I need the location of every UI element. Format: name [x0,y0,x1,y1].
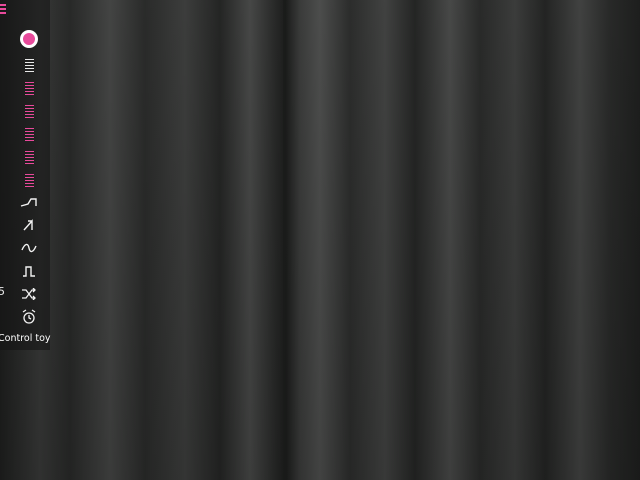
control-toolbar: 5 Control toy [0,0,51,350]
pattern-ramp-icon[interactable] [17,215,41,235]
video-feed [0,0,640,480]
curtain-seam [283,0,286,480]
level-4-icon[interactable] [17,124,41,144]
level-5-icon[interactable] [17,147,41,167]
pattern-wave-icon[interactable] [17,238,41,258]
side-value-text: 5 [0,285,5,298]
level-2-icon[interactable] [17,78,41,98]
level-3-icon[interactable] [17,101,41,121]
pattern-step-icon[interactable] [17,192,41,212]
pattern-pulse-icon[interactable] [17,261,41,281]
menu-icon[interactable] [0,4,8,16]
level-1-icon[interactable] [17,55,41,75]
level-6-icon[interactable] [17,170,41,190]
control-toy-label[interactable]: Control toy [0,333,51,344]
brand-logo-icon[interactable] [20,30,38,48]
shuffle-icon[interactable] [17,284,41,304]
alarm-clock-icon[interactable] [17,307,41,327]
